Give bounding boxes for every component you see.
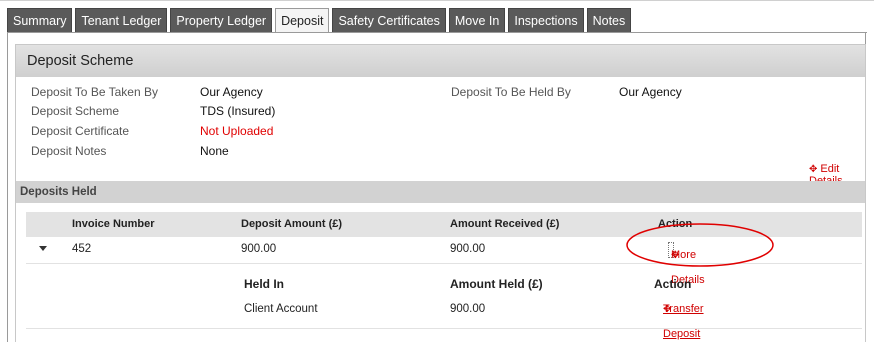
- column-action: Action: [658, 218, 693, 230]
- deposit-taken-by-value: Our Agency: [200, 85, 263, 99]
- deposits-held-header: Deposits Held: [16, 181, 865, 203]
- move-arrows-icon: ✥: [809, 164, 818, 175]
- column-detail-action: Action: [654, 277, 692, 291]
- held-in-cell: Client Account: [244, 303, 318, 315]
- deposit-held-by-label: Deposit To Be Held By: [451, 85, 571, 99]
- tab-tenant-ledger[interactable]: Tenant Ledger: [75, 8, 168, 32]
- amount-received-cell: 900.00: [450, 243, 486, 255]
- tab-bar: Summary Tenant Ledger Property Ledger De…: [7, 8, 634, 33]
- deposit-notes-label: Deposit Notes: [31, 144, 107, 158]
- deposit-amount-cell: 900.00: [241, 243, 277, 255]
- detail-table-header: Held In Amount Held (£) Action: [26, 272, 862, 297]
- amount-held-cell: 900.00: [450, 303, 486, 315]
- detail-divider: [26, 328, 862, 329]
- tab-safety-certificates[interactable]: Safety Certificates: [332, 8, 446, 32]
- tab-deposit[interactable]: Deposit: [275, 8, 330, 33]
- row-divider: [26, 263, 862, 264]
- deposit-notes-value: None: [200, 144, 229, 158]
- more-details-button[interactable]: ✥ More Details: [668, 242, 705, 286]
- transfer-deposit-label: Transfer Deposit: [663, 303, 704, 340]
- tab-inspections[interactable]: Inspections: [508, 8, 584, 32]
- caret-down-icon[interactable]: [39, 246, 47, 251]
- column-amount-received: Amount Received (£): [450, 218, 560, 230]
- deposits-table-header: Invoice Number Deposit Amount (£) Amount…: [26, 212, 862, 237]
- deposit-scheme-panel: Deposit Scheme Deposit To Be Taken By Ou…: [15, 44, 866, 342]
- tab-summary[interactable]: Summary: [7, 8, 73, 32]
- deposit-certificate-status: Not Uploaded: [200, 124, 274, 138]
- column-invoice-number: Invoice Number: [72, 218, 155, 230]
- column-amount-held: Amount Held (£): [450, 277, 543, 291]
- deposit-scheme-label: Deposit Scheme: [31, 104, 120, 118]
- column-deposit-amount: Deposit Amount (£): [241, 218, 343, 230]
- top-border: [0, 0, 874, 1]
- table-row: 452 900.00 900.00 ✥ More Details: [26, 237, 862, 286]
- tab-move-in[interactable]: Move In: [448, 8, 506, 32]
- tab-property-ledger[interactable]: Property Ledger: [170, 8, 273, 32]
- invoice-number-cell: 452: [72, 243, 92, 255]
- tab-notes[interactable]: Notes: [586, 8, 632, 32]
- panel-title: Deposit Scheme: [16, 45, 865, 77]
- deposit-taken-by-label: Deposit To Be Taken By: [31, 85, 158, 99]
- deposit-certificate-label: Deposit Certificate: [31, 124, 130, 138]
- deposit-held-by-value: Our Agency: [619, 85, 682, 99]
- detail-row: Client Account 900.00 ✥ Transfer Deposit: [26, 297, 862, 340]
- deposit-scheme-value: TDS (Insured): [200, 104, 276, 118]
- column-held-in: Held In: [244, 277, 285, 291]
